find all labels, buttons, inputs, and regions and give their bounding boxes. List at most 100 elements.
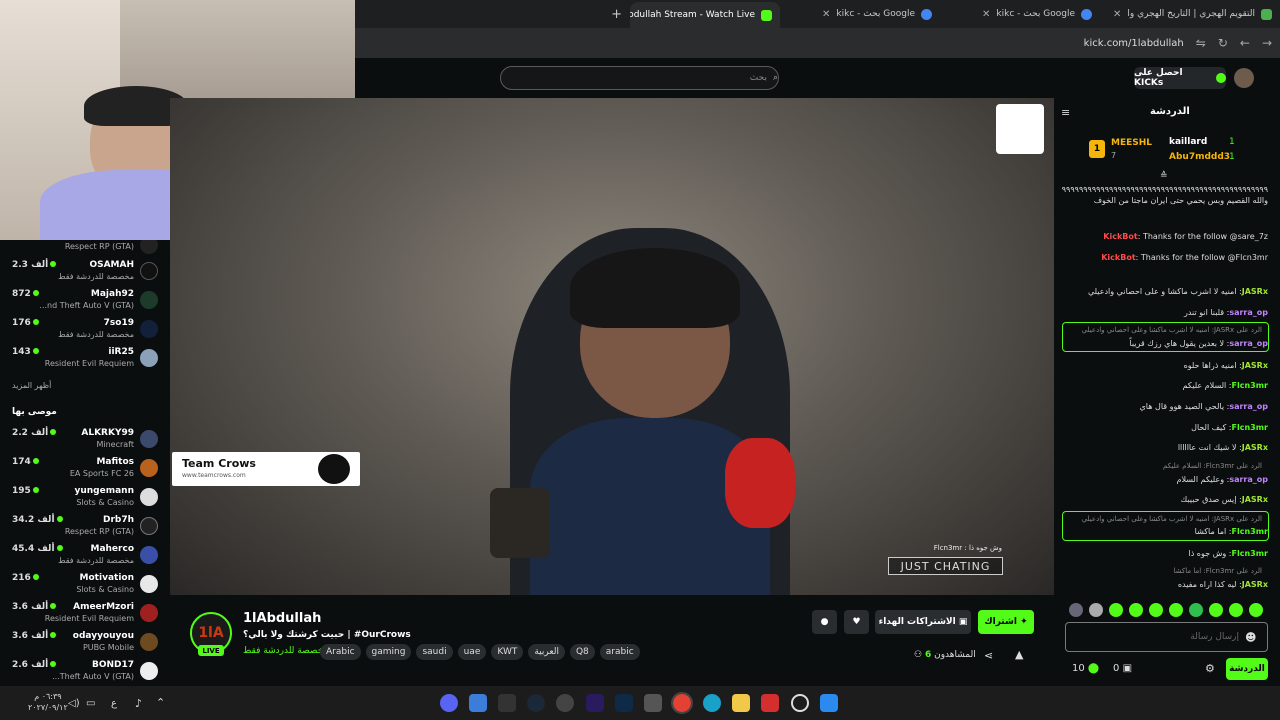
forward-icon[interactable]: ← xyxy=(1240,36,1250,50)
obs-icon[interactable] xyxy=(556,694,574,712)
tag[interactable]: Arabic xyxy=(320,644,361,660)
sidebar-channel[interactable]: 195 yungemann Slots & Casino xyxy=(0,484,170,512)
stream-category[interactable]: مخصصة للدردشة فقط xyxy=(243,646,328,656)
browser-tab[interactable]: kikc - بحث Google ✕ xyxy=(780,3,940,25)
live-badge: LIVE xyxy=(198,645,224,656)
report-icon[interactable]: ▲ xyxy=(1015,648,1023,661)
chat-message: KickBot: Thanks for the follow @sare_7z xyxy=(1103,232,1268,241)
channel-category: EA Sports FC 26 xyxy=(69,469,134,478)
clock[interactable]: ٠٦:٣٩ م ٢٠٢٧/٠٩/١٢ xyxy=(28,691,68,713)
windows-start-icon[interactable] xyxy=(820,694,838,712)
url-text[interactable]: kick.com/1labdullah xyxy=(1084,38,1184,49)
sidebar-channel[interactable]: 216 Motivation Slots & Casino xyxy=(0,571,170,599)
sidebar-channel[interactable]: 2.2 ألف ALKRKY99 Minecraft xyxy=(0,426,170,454)
share-icon[interactable]: ⋖ xyxy=(984,649,993,662)
chat-send-button[interactable]: الدردشة xyxy=(1226,658,1268,680)
premiere-icon[interactable] xyxy=(586,694,604,712)
close-icon[interactable]: ✕ xyxy=(1113,9,1121,20)
discord-icon[interactable] xyxy=(440,694,458,712)
chrome-icon[interactable] xyxy=(671,692,693,714)
tag[interactable]: uae xyxy=(457,644,487,660)
follow-button[interactable]: ♥ xyxy=(844,610,869,634)
sidebar-channel[interactable]: 45.4 ألف Maherco مخصصة للدردشة فقط xyxy=(0,542,170,570)
network-icon[interactable]: ▭ xyxy=(86,698,95,709)
microphone-icon[interactable]: ♪ xyxy=(135,697,142,710)
file-explorer-icon[interactable] xyxy=(732,694,750,712)
sidebar-channel[interactable]: 34.2 ألف Drb7h Respect RP (GTA) xyxy=(0,513,170,541)
emote-icon[interactable] xyxy=(1169,603,1183,617)
reload-icon[interactable]: ↻ xyxy=(1218,36,1228,50)
tab-label: kikc - بحث Google xyxy=(836,9,915,19)
sidebar-channel[interactable]: 872 Majah92 ...nd Theft Auto V (GTA) xyxy=(0,287,170,315)
language-indicator[interactable]: ع xyxy=(111,698,117,709)
steam-icon[interactable] xyxy=(527,694,545,712)
tray-chevron-icon[interactable]: ⌃ xyxy=(156,696,165,709)
sidebar-channel[interactable]: 3.6 ألف odayyouyou PUBG Mobile xyxy=(0,629,170,657)
tag[interactable]: KWT xyxy=(491,644,524,660)
pin-icon[interactable]: ≙ xyxy=(1160,171,1168,181)
get-kicks-button[interactable]: احصل على KICKs xyxy=(1134,67,1226,89)
close-icon[interactable]: ✕ xyxy=(982,9,990,20)
site-settings-icon[interactable]: ⇋ xyxy=(1196,36,1206,50)
emote-icon[interactable] xyxy=(1089,603,1103,617)
app-icon[interactable] xyxy=(761,694,779,712)
emote-icon[interactable] xyxy=(1209,603,1223,617)
emote-icon[interactable] xyxy=(1129,603,1143,617)
emote-icon[interactable] xyxy=(1249,603,1263,617)
emote-icon[interactable] xyxy=(1109,603,1123,617)
browser-tab[interactable]: kikc - بحث Google ✕ xyxy=(940,3,1100,25)
channel-avatar xyxy=(140,662,158,680)
settings-icon[interactable]: ⚙ xyxy=(1205,662,1215,675)
tag[interactable]: saudi xyxy=(416,644,453,660)
edge-icon[interactable] xyxy=(703,694,721,712)
new-tab-button[interactable]: + xyxy=(603,3,630,25)
show-more-link[interactable]: أظهر المزيد xyxy=(12,381,51,390)
chat-input[interactable]: إرسال رسالة xyxy=(1065,622,1268,652)
sidebar-channel[interactable]: 2.6 ألف BOND17 ...Theft Auto V (GTA) xyxy=(0,658,170,686)
tag[interactable]: gaming xyxy=(365,644,412,660)
tag[interactable]: العربية xyxy=(528,644,565,660)
sidebar-channel[interactable]: 2.3 ألف OSAMAH مخصصة للدردشة فقط xyxy=(0,258,170,286)
close-icon[interactable]: ✕ xyxy=(822,9,830,20)
browser-tab[interactable]: التقويم الهجري | التاريخ الهجري وا ✕ xyxy=(1100,3,1280,25)
collapse-chat-icon[interactable]: ≡ xyxy=(1061,106,1070,119)
gift-icon: ▣ xyxy=(1122,663,1133,674)
browser-tab-active[interactable]: 1lAbdullah Stream - Watch Live✕ xyxy=(630,2,780,28)
channel-avatar xyxy=(140,517,158,535)
sidebar-channel[interactable]: 176 7so19 مخصصة للدردشة فقط xyxy=(0,316,170,344)
channel-points[interactable]: 10 ⬤ xyxy=(1072,663,1099,674)
viewer-count: 2.2 ألف xyxy=(12,428,58,438)
sidebar-channel[interactable]: 143 iiR25 Resident Evil Requiem xyxy=(0,345,170,373)
channel-avatar-logo: 1lA xyxy=(198,625,224,641)
volume-icon[interactable]: ◁) xyxy=(68,698,80,709)
get-kicks-label: احصل على KICKs xyxy=(1134,68,1183,88)
user-avatar[interactable] xyxy=(1234,68,1254,88)
sidebar-channel[interactable]: 3.6 ألف AmeerMzori Resident Evil Requiem xyxy=(0,600,170,628)
emoji-icon[interactable]: ☻ xyxy=(1245,631,1256,644)
emote-icon[interactable] xyxy=(1069,603,1083,617)
tag[interactable]: Q8 xyxy=(569,644,595,660)
channel-name[interactable]: 1lAbdullah xyxy=(243,611,321,626)
back-icon[interactable]: → xyxy=(1262,36,1272,50)
emote-icon[interactable] xyxy=(1189,603,1203,617)
emote-icon[interactable] xyxy=(1229,603,1243,617)
viewer-count: 195 xyxy=(12,486,41,496)
store-icon[interactable] xyxy=(644,694,662,712)
search-icon[interactable] xyxy=(791,694,809,712)
chat-leaderboard: 1 MEESHL 7 kaillard 1 Abu7mddd3 1 xyxy=(1062,130,1272,172)
channel-name: odayyouyou xyxy=(72,631,134,641)
search-input[interactable]: بحث ⌕ xyxy=(500,66,779,90)
chat-message: Flcn3mr: السلام عليكم xyxy=(1182,381,1268,390)
tag[interactable]: arabic xyxy=(599,644,640,660)
gift-count[interactable]: 0 ▣ xyxy=(1113,663,1132,674)
epic-games-icon[interactable] xyxy=(498,694,516,712)
gift-subs-button[interactable]: الاشتراكات الهداء ▣ xyxy=(875,610,971,634)
security-app-icon[interactable] xyxy=(469,694,487,712)
emote-icon[interactable] xyxy=(1149,603,1163,617)
photoshop-icon[interactable] xyxy=(615,694,633,712)
subscribe-button[interactable]: اشتراك ✦ xyxy=(978,610,1034,634)
video-player[interactable] xyxy=(170,98,1054,595)
sidebar-channel[interactable]: 174 Mafitos EA Sports FC 26 xyxy=(0,455,170,483)
chat-message: JASRx: امنيه ذراها حلوه xyxy=(1183,361,1268,370)
notifications-button[interactable]: ● xyxy=(812,610,837,634)
